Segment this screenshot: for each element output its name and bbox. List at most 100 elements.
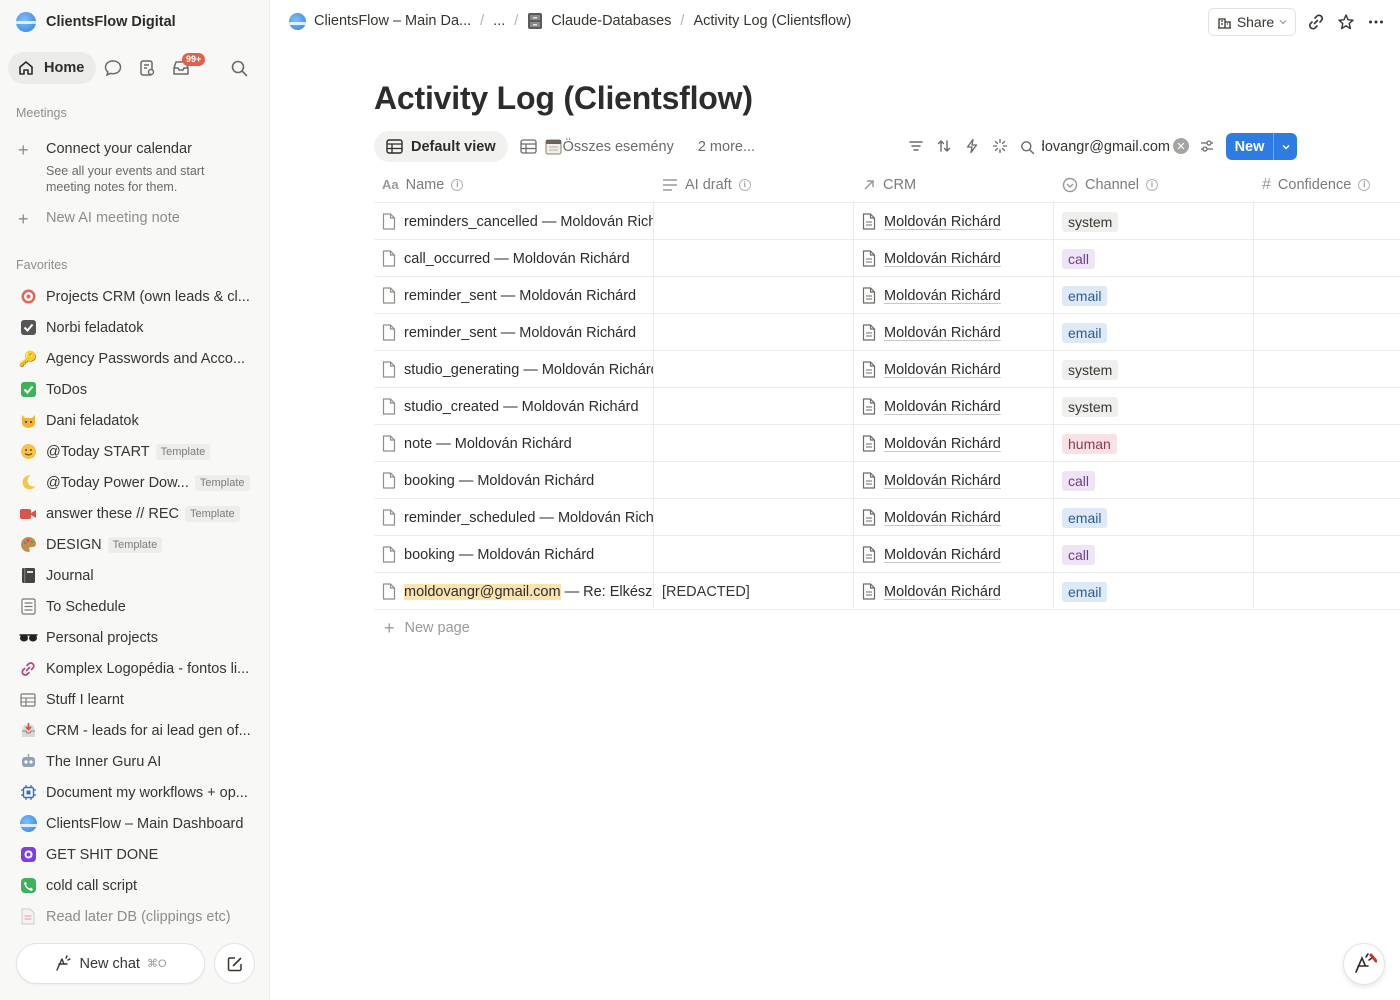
name-cell[interactable]: reminder_sent — Moldován Richárd <box>382 314 654 351</box>
name-cell[interactable]: moldovangr@gmail.com — Re: Elkészült <box>382 573 654 610</box>
name-cell[interactable]: booking — Moldován Richárd <box>382 462 654 499</box>
sidebar-item-favorite[interactable]: Dani feladatok <box>0 405 270 436</box>
sidebar-item-favorite[interactable]: 🔑 Agency Passwords and Acco... <box>0 343 270 374</box>
crm-link[interactable]: Moldován Richárd <box>884 584 1001 600</box>
sidebar-item-favorite[interactable]: Komplex Logopédia - fontos li... <box>0 653 270 684</box>
confidence-cell[interactable] <box>1262 425 1400 462</box>
crm-relation-cell[interactable]: Moldován Richárd <box>862 536 1052 573</box>
sidebar-item-favorite[interactable]: Document my workflows + op... <box>0 777 270 808</box>
tab-default-view[interactable]: Default view <box>374 131 508 162</box>
column-header-crm[interactable]: CRM <box>862 166 916 203</box>
table-row[interactable]: studio_created — Moldován Richárd Moldová… <box>374 388 1400 425</box>
crm-relation-cell[interactable]: Moldován Richárd <box>862 351 1052 388</box>
crm-relation-cell[interactable]: Moldován Richárd <box>862 203 1052 240</box>
table-row[interactable]: booking — Moldován Richárd Moldován Richá… <box>374 536 1400 573</box>
crm-relation-cell[interactable]: Moldován Richárd <box>862 240 1052 277</box>
breadcrumb-root[interactable]: ClientsFlow – Main Da... <box>289 12 471 30</box>
sidebar-item-favorite[interactable]: CRM - leads for ai lead gen of... <box>0 715 270 746</box>
crm-link[interactable]: Moldován Richárd <box>884 436 1001 452</box>
breadcrumb-ellipsis[interactable]: ... <box>493 13 505 29</box>
name-cell[interactable]: call_occurred — Moldován Richárd <box>382 240 654 277</box>
name-cell[interactable]: reminders_cancelled — Moldován Richárd <box>382 203 654 240</box>
new-page-row[interactable]: + New page <box>384 614 470 642</box>
sidebar-item-favorite[interactable]: DESIGN Template <box>0 529 270 560</box>
crm-relation-cell[interactable]: Moldován Richárd <box>862 425 1052 462</box>
confidence-cell[interactable] <box>1262 351 1400 388</box>
tab-all-events[interactable]: Összes esemény <box>508 131 686 162</box>
table-row[interactable]: reminder_scheduled — Moldován Richárd Mol… <box>374 499 1400 536</box>
confidence-cell[interactable] <box>1262 499 1400 536</box>
sidebar-item-favorite[interactable]: Stuff I learnt <box>0 684 270 715</box>
confidence-cell[interactable] <box>1262 277 1400 314</box>
crm-relation-cell[interactable]: Moldován Richárd <box>862 499 1052 536</box>
sidebar-item-favorite[interactable]: @Today START Template <box>0 436 270 467</box>
name-cell[interactable]: studio_created — Moldován Richárd <box>382 388 654 425</box>
ai-autofill-button[interactable] <box>988 134 1012 158</box>
new-chat-button[interactable]: New chat ⌘O <box>16 943 205 984</box>
column-header-name[interactable]: Aa Name i <box>382 166 464 203</box>
table-row[interactable]: moldovangr@gmail.com — Re: Elkészült [RED… <box>374 573 1400 610</box>
channel-cell[interactable]: system <box>1062 203 1119 240</box>
meetings-button[interactable] <box>130 52 164 84</box>
automation-button[interactable] <box>960 134 984 158</box>
crm-link[interactable]: Moldován Richárd <box>884 325 1001 341</box>
search-button[interactable] <box>222 52 256 84</box>
ai-draft-cell[interactable] <box>662 462 852 499</box>
channel-cell[interactable]: system <box>1062 351 1119 388</box>
confidence-cell[interactable] <box>1262 536 1400 573</box>
more-options-button[interactable] <box>1364 10 1388 34</box>
crm-link[interactable]: Moldován Richárd <box>884 547 1001 563</box>
crm-relation-cell[interactable]: Moldován Richárd <box>862 314 1052 351</box>
channel-cell[interactable]: email <box>1062 573 1108 610</box>
breadcrumb-parent[interactable]: Claude-Databases <box>527 12 671 30</box>
search-value[interactable]: moldovangr@gmail.com <box>1042 139 1170 155</box>
name-cell[interactable]: reminder_scheduled — Moldován Richárd <box>382 499 654 536</box>
ai-draft-cell[interactable]: [REDACTED] <box>662 573 852 610</box>
table-row[interactable]: reminder_sent — Moldován Richárd Moldován… <box>374 314 1400 351</box>
sidebar-item-favorite[interactable]: ClientsFlow – Main Dashboard <box>0 808 270 839</box>
confidence-cell[interactable] <box>1262 388 1400 425</box>
table-row[interactable]: call_occurred — Moldován Richárd Moldován… <box>374 240 1400 277</box>
channel-cell[interactable]: email <box>1062 499 1108 536</box>
sidebar-item-favorite[interactable]: The Inner Guru AI <box>0 746 270 777</box>
channel-cell[interactable]: call <box>1062 240 1096 277</box>
channel-cell[interactable]: email <box>1062 277 1108 314</box>
name-cell[interactable]: reminder_sent — Moldován Richárd <box>382 277 654 314</box>
sidebar-item-favorite[interactable]: Norbi feladatok <box>0 312 270 343</box>
crm-relation-cell[interactable]: Moldován Richárd <box>862 388 1052 425</box>
compose-button[interactable] <box>214 943 255 984</box>
crm-link[interactable]: Moldován Richárd <box>884 288 1001 304</box>
chat-button[interactable] <box>96 52 130 84</box>
sort-button[interactable] <box>932 134 956 158</box>
inbox-button[interactable]: 99+ <box>164 52 206 84</box>
page-title[interactable]: Activity Log (Clientsflow) <box>374 80 753 117</box>
crm-link[interactable]: Moldován Richárd <box>884 214 1001 230</box>
table-row[interactable]: studio_generating — Moldován Richárd Mold… <box>374 351 1400 388</box>
table-row[interactable]: reminders_cancelled — Moldován Richárd Mo… <box>374 203 1400 240</box>
more-views-button[interactable]: 2 more... <box>686 131 767 162</box>
new-record-button[interactable]: New <box>1226 133 1297 160</box>
column-header-channel[interactable]: Channel i <box>1062 166 1159 203</box>
confidence-cell[interactable] <box>1262 462 1400 499</box>
sidebar-item-favorite[interactable]: @Today Power Dow... Template <box>0 467 270 498</box>
crm-link[interactable]: Moldován Richárd <box>884 510 1001 526</box>
table-row[interactable]: reminder_sent — Moldován Richárd Moldován… <box>374 277 1400 314</box>
column-header-confidence[interactable]: # Confidence i <box>1262 166 1371 203</box>
crm-relation-cell[interactable]: Moldován Richárd <box>862 462 1052 499</box>
sidebar-item-favorite[interactable]: Journal <box>0 560 270 591</box>
ai-draft-cell[interactable] <box>662 277 852 314</box>
crm-relation-cell[interactable]: Moldován Richárd <box>862 277 1052 314</box>
sidebar-item-favorite[interactable]: Projects CRM (own leads & cl... <box>0 281 270 312</box>
column-header-ai-draft[interactable]: AI draft i <box>662 166 751 203</box>
crm-link[interactable]: Moldován Richárd <box>884 473 1001 489</box>
workspace-switcher[interactable]: ClientsFlow Digital <box>16 11 176 33</box>
channel-cell[interactable]: call <box>1062 462 1096 499</box>
confidence-cell[interactable] <box>1262 240 1400 277</box>
confidence-cell[interactable] <box>1262 573 1400 610</box>
ai-draft-cell[interactable] <box>662 388 852 425</box>
sidebar-item-favorite[interactable]: Read later DB (clippings etc) <box>0 901 270 932</box>
channel-cell[interactable]: system <box>1062 388 1119 425</box>
crm-link[interactable]: Moldován Richárd <box>884 362 1001 378</box>
sidebar-item-favorite[interactable]: To Schedule <box>0 591 270 622</box>
ai-draft-cell[interactable] <box>662 314 852 351</box>
